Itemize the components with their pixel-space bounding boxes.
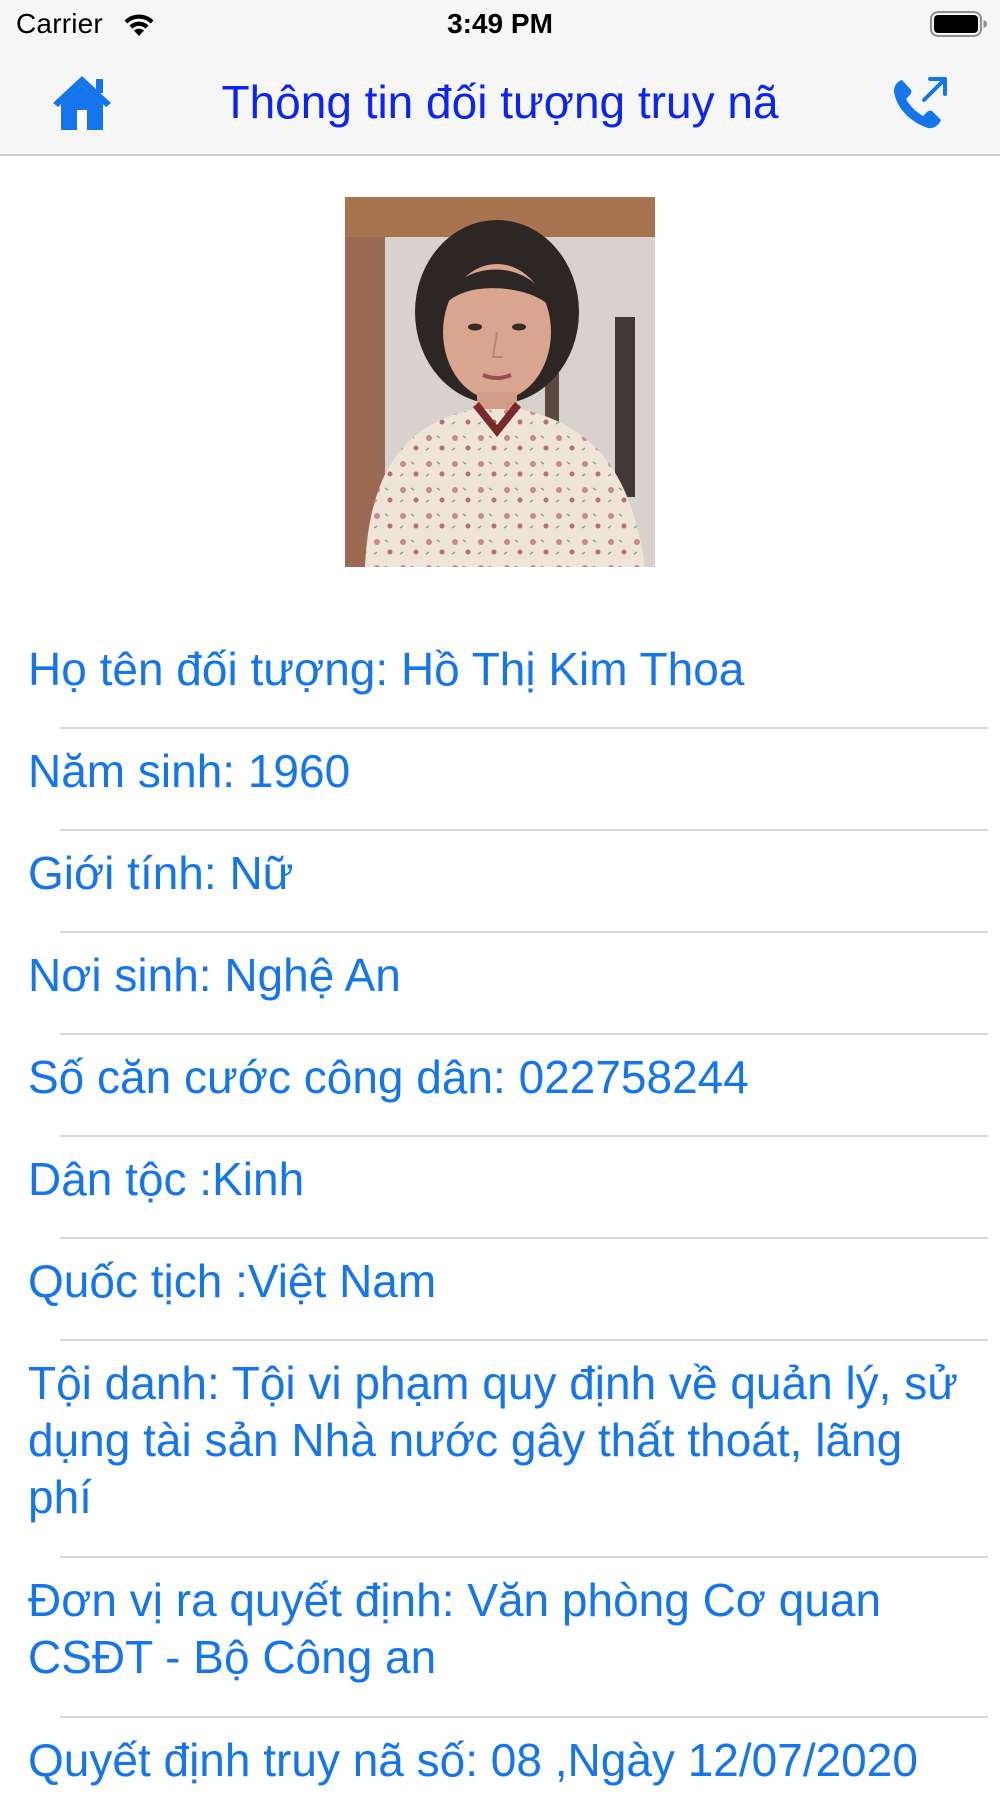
suspect-photo xyxy=(345,197,655,567)
navigation-bar: Thông tin đối tượng truy nã xyxy=(0,52,1000,156)
info-row-nationality: Quốc tịch :Việt Nam xyxy=(0,1239,1000,1341)
info-row-ethnicity: Dân tộc :Kinh xyxy=(0,1137,1000,1239)
status-time: 3:49 PM xyxy=(447,8,553,39)
info-row-citizen-id: Số căn cước công dân: 022758244 xyxy=(0,1035,1000,1137)
info-row-warrant-decision: Quyết định truy nã số: 08 ,Ngày 12/07/20… xyxy=(28,1734,918,1786)
outgoing-call-icon[interactable] xyxy=(890,74,950,132)
page-title: Thông tin đối tượng truy nã xyxy=(221,76,779,128)
info-row-charge: Tội danh: Tội vi phạm quy định về quản l… xyxy=(0,1341,1000,1558)
status-bar: Carrier 3:49 PM xyxy=(0,0,1000,52)
info-row-birthplace: Nơi sinh: Nghệ An xyxy=(0,933,1000,1035)
battery-full-icon xyxy=(930,11,987,37)
info-row-gender: Giới tính: Nữ xyxy=(0,831,1000,933)
info-row-full-name: Họ tên đối tượng: Hồ Thị Kim Thoa xyxy=(0,627,1000,729)
info-row-birth-year: Năm sinh: 1960 xyxy=(0,729,1000,831)
suspect-info-list: Họ tên đối tượng: Hồ Thị Kim Thoa Năm si… xyxy=(0,627,1000,1820)
info-row-issuing-unit: Đơn vị ra quyết định: Văn phòng Cơ quan … xyxy=(0,1558,1000,1718)
